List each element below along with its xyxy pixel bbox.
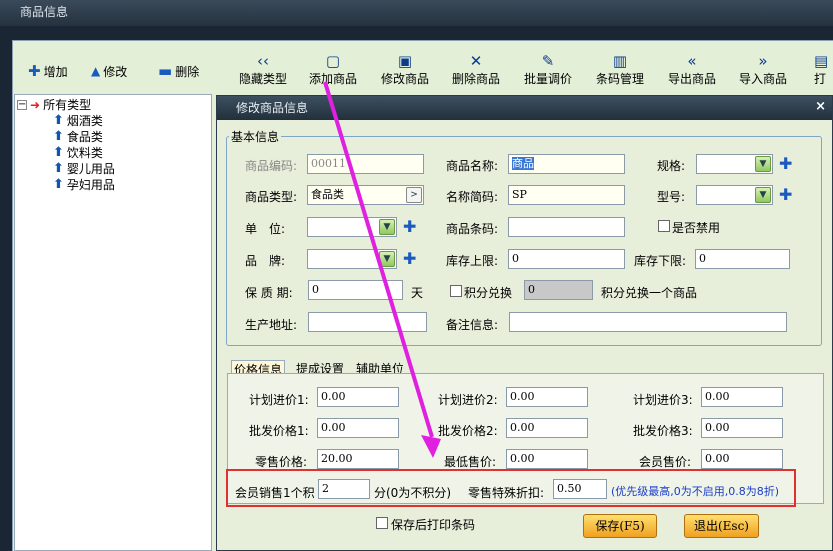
- annotation-arrow: [323, 81, 441, 458]
- arrow-head: [421, 435, 441, 458]
- arrow-line: [323, 81, 434, 438]
